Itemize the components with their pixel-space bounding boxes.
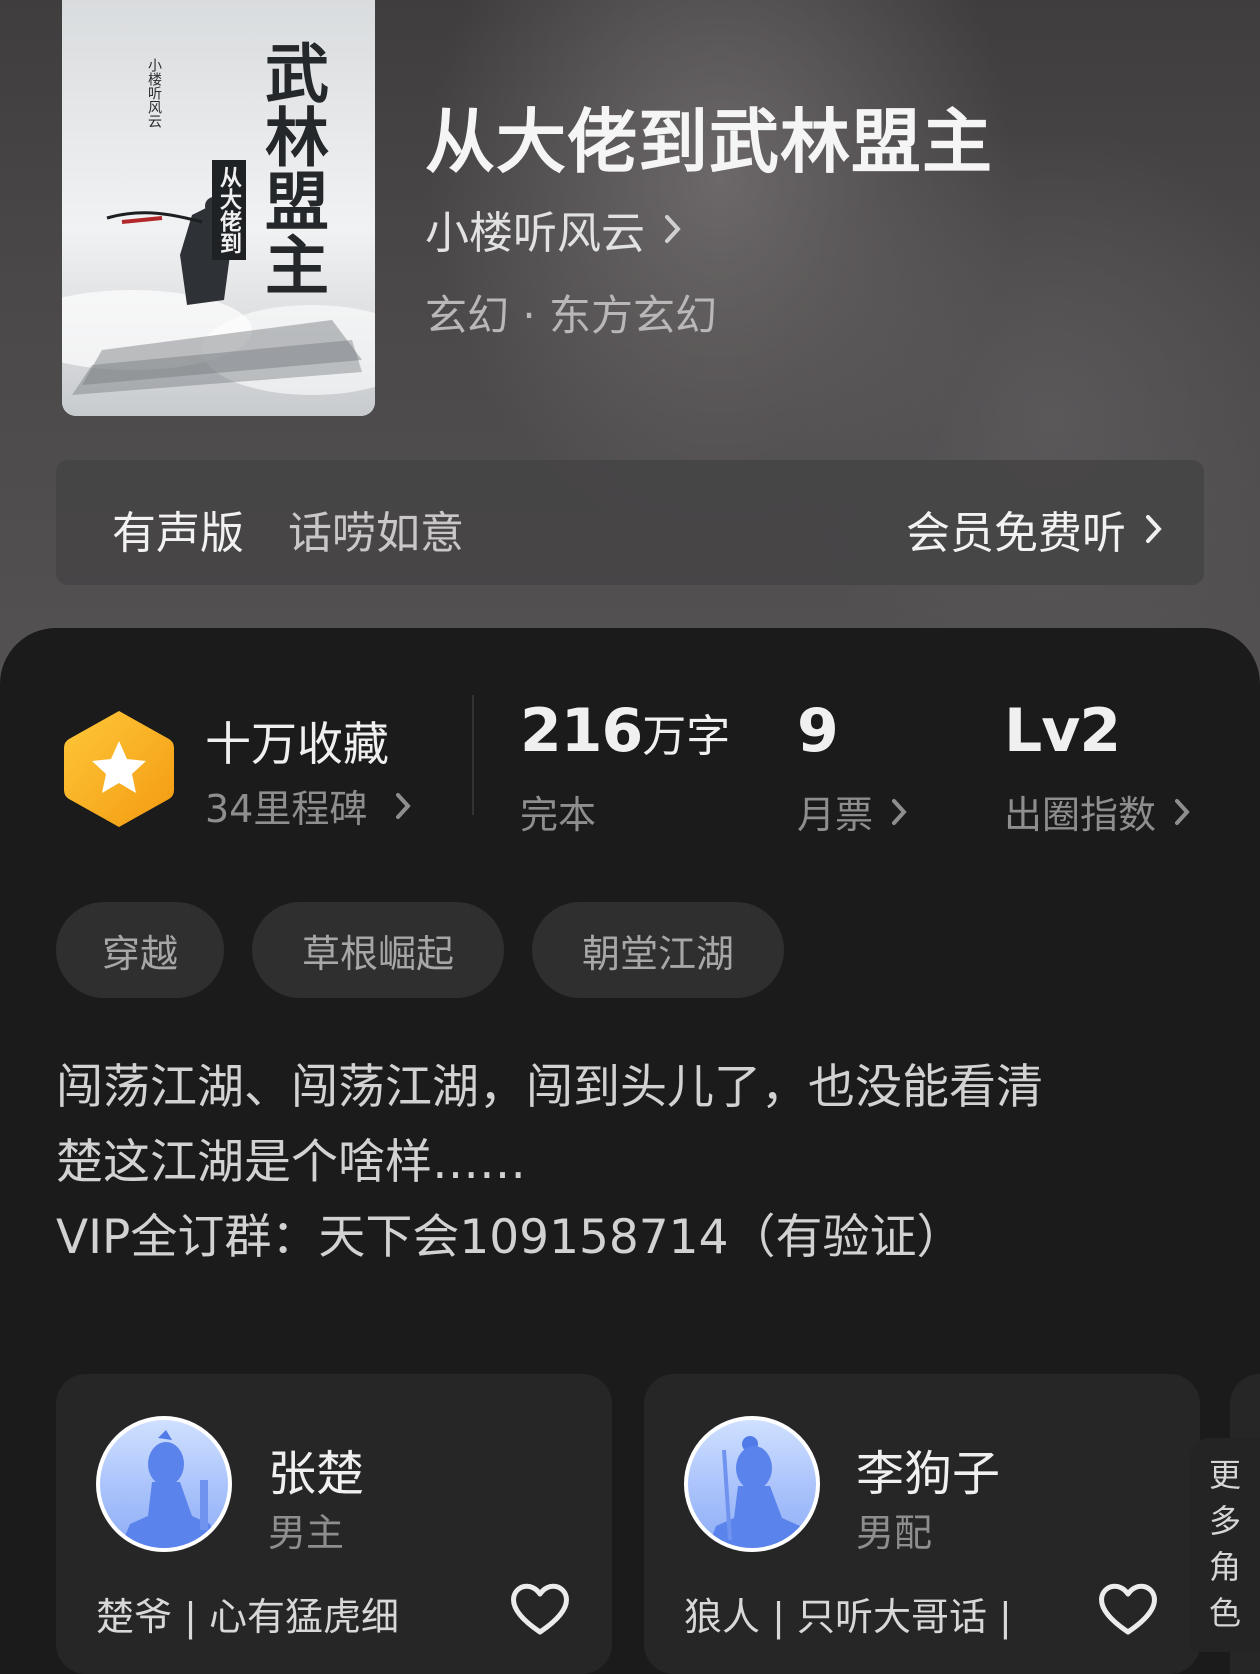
audio-version-bar[interactable]: 有声版 话唠如意 会员免费听 — [56, 460, 1204, 585]
more-roles-char: 角 — [1208, 1548, 1241, 1586]
tag-chip[interactable]: 穿越 — [56, 902, 224, 998]
chevron-right-icon — [665, 215, 681, 243]
cover-subtitle-art: 从大佬到 — [212, 160, 246, 260]
monthly-votes-link[interactable]: 月票 — [797, 784, 913, 839]
more-roles-char: 多 — [1208, 1502, 1241, 1540]
milestones-link[interactable]: 34里程碑 — [205, 778, 417, 833]
popularity-index-label: 出圈指数 — [1004, 793, 1157, 837]
character-silhouette-icon — [120, 1430, 218, 1548]
description-line: VIP全订群：天下会109158714（有验证） — [56, 1210, 964, 1265]
chevron-right-icon — [1175, 798, 1190, 825]
star-badge-icon[interactable] — [62, 708, 176, 830]
monthly-votes: 9 — [797, 696, 839, 766]
more-roles-button[interactable]: 更 多 角 色 — [1190, 1438, 1260, 1652]
stats-divider — [472, 695, 474, 815]
book-title: 从大佬到武林盟主 — [425, 100, 993, 183]
tag-chip[interactable]: 草根崛起 — [252, 902, 504, 998]
character-name: 张楚 — [268, 1446, 365, 1502]
character-description: 狼人 | 只听大哥话 | — [684, 1595, 1012, 1639]
character-card[interactable]: 李狗子 男配 狼人 | 只听大哥话 | — [644, 1374, 1200, 1674]
completion-status: 完本 — [520, 793, 597, 837]
member-free-listen-button[interactable]: 会员免费听 — [906, 497, 1168, 561]
cover-title-art: 武林盟主 — [254, 40, 329, 296]
character-role: 男主 — [268, 1511, 345, 1555]
more-roles-char: 色 — [1208, 1594, 1241, 1632]
author-name: 小楼听风云 — [425, 208, 645, 259]
character-description: 楚爷 | 心有猛虎细 — [96, 1595, 399, 1639]
monthly-votes-label: 月票 — [797, 793, 874, 837]
character-silhouette-icon — [708, 1436, 806, 1548]
character-avatar — [96, 1416, 232, 1552]
more-roles-char: 更 — [1208, 1456, 1241, 1494]
audio-label: 有声版 — [112, 508, 244, 559]
book-cover[interactable]: 武林盟主 从大佬到 小楼听风云 — [62, 0, 375, 416]
description-line: 闯荡江湖、闯荡江湖，闯到头儿了，也没能看清 — [56, 1060, 1043, 1115]
cover-author-art: 小楼听风云 — [146, 58, 162, 128]
character-role: 男配 — [856, 1511, 933, 1555]
chevron-right-icon — [892, 798, 907, 825]
word-count-number: 216 — [520, 696, 643, 766]
word-count: 216万字 — [520, 696, 730, 766]
popularity-index-link[interactable]: 出圈指数 — [1004, 784, 1196, 839]
heart-icon[interactable] — [508, 1580, 572, 1638]
chevron-right-icon — [1146, 515, 1162, 543]
audio-narrator: 话唠如意 — [288, 508, 464, 559]
level-indicator: Lv2 — [1004, 696, 1121, 766]
character-card[interactable]: 张楚 男主 楚爷 | 心有猛虎细 — [56, 1374, 612, 1674]
word-count-unit: 万字 — [642, 711, 731, 762]
genre-label: 玄幻 · 东方玄幻 — [425, 291, 718, 340]
collection-count: 十万收藏 — [205, 717, 389, 771]
heart-icon[interactable] — [1096, 1580, 1160, 1638]
tag-chip[interactable]: 朝堂江湖 — [532, 902, 784, 998]
monthly-votes-number: 9 — [797, 696, 839, 766]
level-value: Lv2 — [1004, 696, 1121, 766]
book-description[interactable]: 闯荡江湖、闯荡江湖，闯到头儿了，也没能看清 楚这江湖是个啥样…… VIP全订群：… — [56, 1050, 1206, 1275]
character-name: 李狗子 — [856, 1446, 1001, 1502]
description-line: 楚这江湖是个啥样…… — [56, 1135, 526, 1190]
author-link[interactable]: 小楼听风云 — [425, 197, 687, 261]
milestones-label: 34里程碑 — [205, 787, 368, 831]
audio-action-label: 会员免费听 — [906, 508, 1126, 559]
chevron-right-icon — [396, 792, 412, 819]
character-avatar — [684, 1416, 820, 1552]
